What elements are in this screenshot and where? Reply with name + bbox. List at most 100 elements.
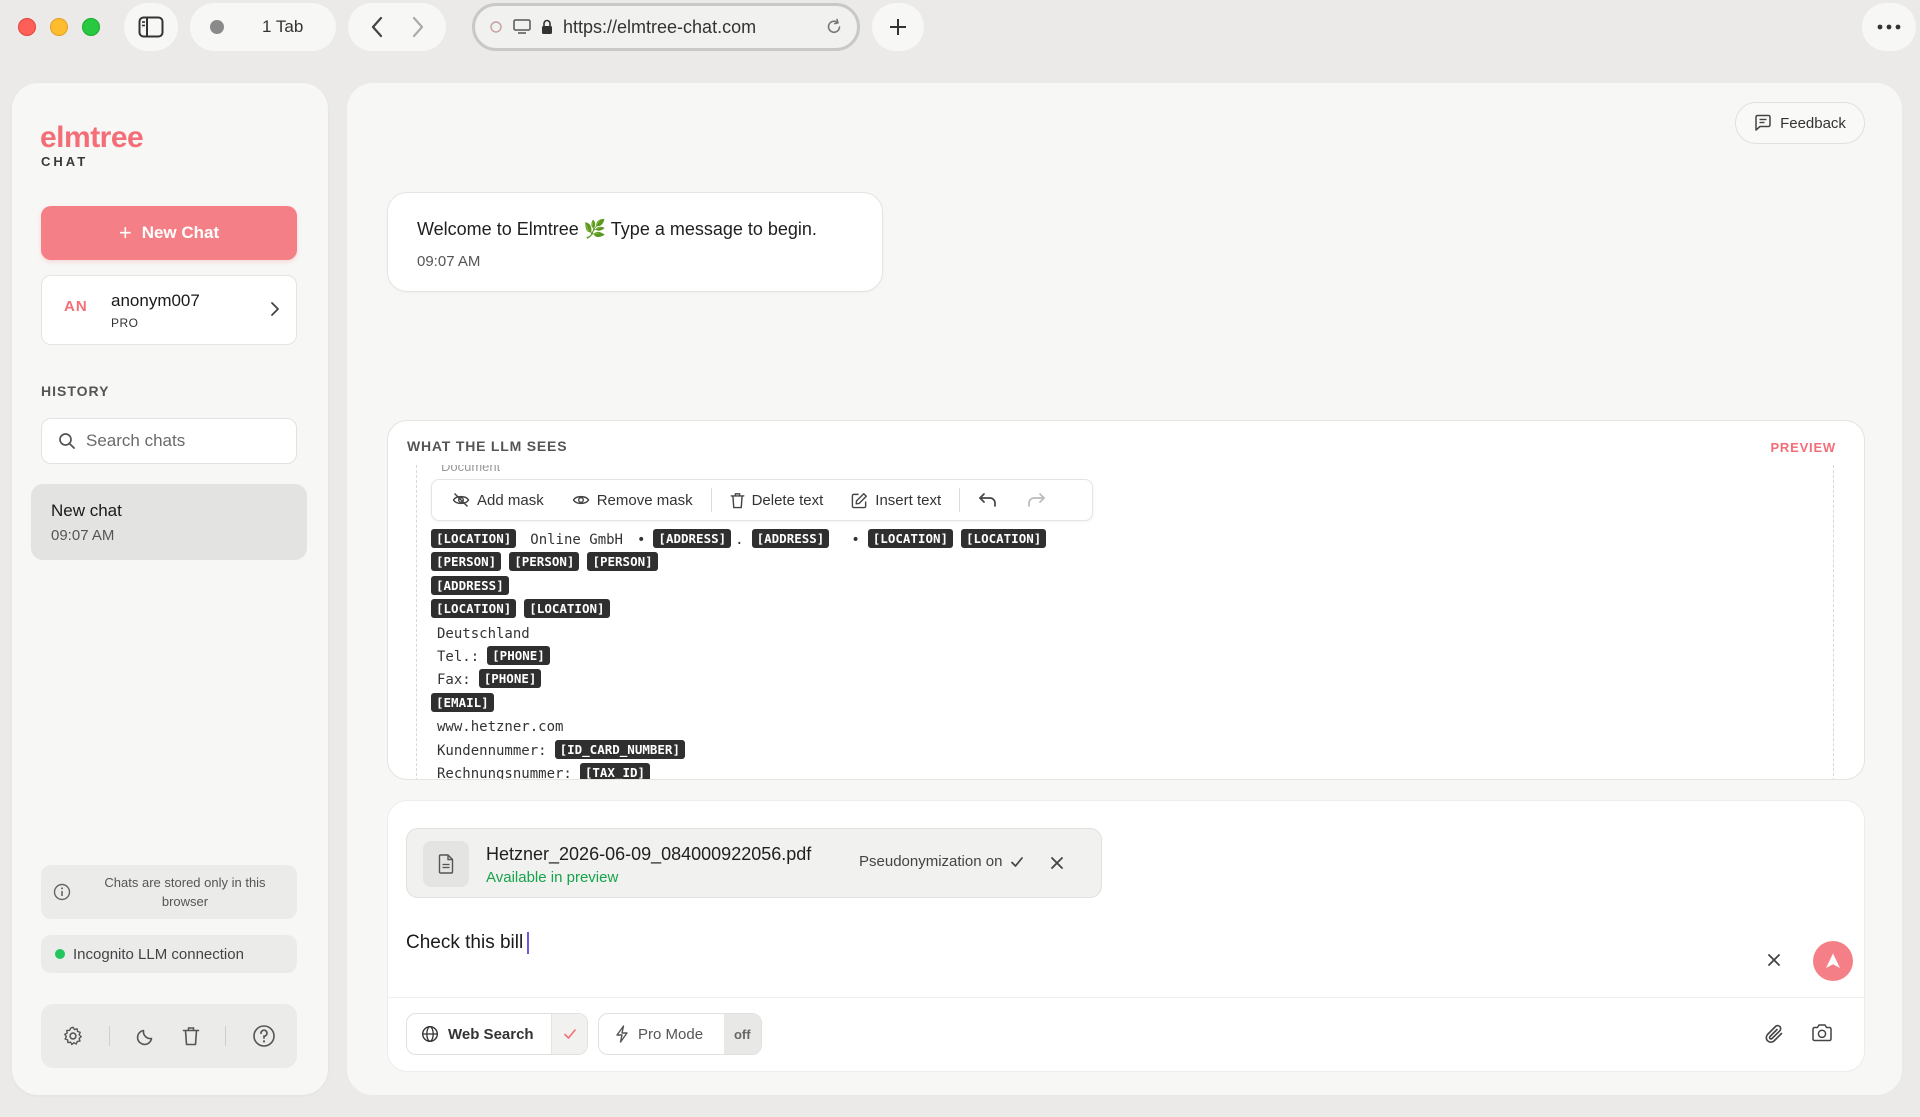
reader-icon bbox=[513, 19, 531, 34]
doc-line: www.hetzner.com bbox=[431, 716, 1054, 739]
web-search-button[interactable]: Web Search bbox=[407, 1014, 551, 1054]
remove-mask-button[interactable]: Remove mask bbox=[562, 485, 703, 515]
camera-button[interactable] bbox=[1811, 1023, 1833, 1043]
profile-card[interactable]: AN anonym007 PRO bbox=[41, 275, 297, 345]
pseudonymized-document: [LOCATION] Online GmbH • [ADDRESS]. [ADDRESS… bbox=[431, 529, 1054, 780]
eye-icon bbox=[572, 495, 590, 505]
message-composer: Hetzner_2026-06-09_084000922056.pdf Avai… bbox=[387, 800, 1866, 1072]
back-button[interactable] bbox=[370, 16, 384, 38]
attach-file-button[interactable] bbox=[1763, 1023, 1785, 1045]
doc-line: [ADDRESS] bbox=[431, 575, 1054, 599]
help-button[interactable] bbox=[252, 1024, 276, 1048]
document-preview[interactable]: Document Add mask Remove mask Delete tex… bbox=[416, 465, 1834, 780]
mask-token[interactable]: [TAX_ID] bbox=[579, 762, 651, 779]
undo-icon bbox=[979, 493, 996, 507]
divider bbox=[959, 488, 961, 512]
address-bar[interactable]: https://elmtree-chat.com bbox=[472, 3, 860, 51]
doc-text-run: . bbox=[735, 532, 744, 548]
mask-token[interactable]: [PERSON] bbox=[509, 552, 580, 572]
settings-button[interactable] bbox=[62, 1025, 84, 1047]
mask-token[interactable]: [LOCATION] bbox=[431, 599, 517, 619]
doc-line: Deutschland bbox=[431, 623, 1054, 646]
remove-attachment-button[interactable] bbox=[1047, 853, 1067, 873]
tab-indicator-icon bbox=[210, 20, 224, 34]
attachment-status: Available in preview bbox=[486, 869, 619, 886]
mask-token[interactable]: [ID_CARD_NUMBER] bbox=[554, 739, 685, 759]
insert-text-label: Insert text bbox=[875, 491, 942, 509]
mask-token[interactable]: [LOCATION] bbox=[431, 529, 517, 548]
pseudonymization-toggle[interactable]: Pseudonymization on bbox=[859, 853, 1024, 870]
profile-name: anonym007 bbox=[111, 291, 200, 310]
mask-token[interactable]: [PHONE] bbox=[478, 669, 542, 689]
close-icon bbox=[1051, 857, 1063, 869]
window-zoom-button[interactable] bbox=[82, 18, 100, 36]
storage-notice: Chats are stored only in this browser bbox=[41, 865, 297, 919]
reload-icon[interactable] bbox=[825, 18, 843, 36]
doc-line: Rechnungsnummer: [TAX_ID] bbox=[431, 762, 1054, 780]
tab-group-button[interactable]: 1 Tab bbox=[190, 3, 336, 51]
doc-text-run: • bbox=[851, 532, 860, 548]
history-item[interactable]: New chat 09:07 AM bbox=[31, 484, 307, 560]
pro-mode-button[interactable]: Pro Mode bbox=[599, 1014, 724, 1054]
welcome-message: Welcome to Elmtree 🌿 Type a message to b… bbox=[387, 192, 883, 292]
plus-icon: + bbox=[118, 220, 132, 245]
connection-status-label: Incognito LLM connection bbox=[73, 945, 244, 963]
doc-text-run: Tel.: bbox=[437, 648, 480, 665]
browser-chrome: 1 Tab https://elmtree-chat.com bbox=[0, 0, 1920, 62]
feedback-button[interactable]: Feedback bbox=[1735, 102, 1865, 144]
browser-sidebar-toggle[interactable] bbox=[124, 3, 178, 51]
mask-token[interactable]: [ADDRESS] bbox=[653, 529, 732, 548]
help-icon bbox=[253, 1025, 275, 1047]
undo-button[interactable] bbox=[968, 485, 1008, 515]
mask-token[interactable]: [PERSON] bbox=[587, 552, 658, 572]
check-icon bbox=[563, 1029, 576, 1039]
close-icon bbox=[1768, 954, 1780, 966]
tab-count-label: 1 Tab bbox=[262, 17, 304, 36]
doc-line: Kundennummer: [ID_CARD_NUMBER] bbox=[431, 739, 1054, 763]
send-button[interactable] bbox=[1813, 941, 1853, 981]
add-mask-button[interactable]: Add mask bbox=[442, 485, 554, 515]
insert-text-button[interactable]: Insert text bbox=[841, 485, 951, 515]
delete-history-button[interactable] bbox=[182, 1026, 200, 1046]
mask-token[interactable]: [PERSON] bbox=[431, 552, 502, 572]
gear-icon bbox=[63, 1026, 82, 1046]
text-caret bbox=[527, 932, 530, 954]
divider bbox=[109, 1026, 111, 1046]
chevron-left-icon bbox=[371, 16, 382, 38]
pro-mode-toggle[interactable]: Pro Mode off bbox=[598, 1013, 762, 1055]
edit-icon bbox=[851, 492, 868, 508]
doc-text-run: • bbox=[636, 532, 646, 548]
redo-button[interactable] bbox=[1016, 485, 1056, 515]
mask-token[interactable]: [LOCATION] bbox=[524, 599, 610, 619]
new-tab-button[interactable] bbox=[872, 3, 924, 51]
clear-message-button[interactable] bbox=[1764, 950, 1784, 970]
mask-token[interactable]: [LOCATION] bbox=[867, 529, 954, 548]
delete-text-label: Delete text bbox=[751, 491, 824, 509]
delete-text-button[interactable]: Delete text bbox=[720, 485, 834, 515]
storage-notice-text: Chats are stored only in this browser bbox=[104, 875, 266, 909]
new-chat-button[interactable]: + New Chat bbox=[41, 206, 297, 260]
preview-title: WHAT THE LLM SEES bbox=[407, 438, 568, 454]
forward-button[interactable] bbox=[411, 16, 425, 38]
mask-editor-toolbar: Add mask Remove mask Delete text Insert … bbox=[431, 479, 1093, 521]
doc-text-run: Online GmbH bbox=[530, 532, 623, 548]
search-icon bbox=[59, 433, 75, 449]
doc-text-run: Rechnungsnummer: bbox=[437, 765, 572, 780]
mask-token[interactable]: [ADDRESS] bbox=[751, 529, 830, 548]
sidebar-icon bbox=[138, 16, 164, 38]
dark-mode-button[interactable] bbox=[136, 1026, 156, 1046]
mask-token[interactable]: [ADDRESS] bbox=[431, 575, 509, 595]
doc-line: Tel.: [PHONE] bbox=[431, 645, 1054, 669]
mask-token[interactable]: [EMAIL] bbox=[431, 692, 494, 712]
web-search-toggle[interactable]: Web Search bbox=[406, 1013, 588, 1055]
search-chats-input[interactable] bbox=[86, 431, 286, 451]
message-input[interactable]: Check this bill bbox=[406, 932, 530, 954]
mask-token[interactable]: [PHONE] bbox=[487, 645, 550, 665]
status-dot-icon bbox=[55, 949, 65, 959]
eye-off-icon bbox=[452, 492, 470, 508]
browser-menu-button[interactable] bbox=[1862, 3, 1916, 51]
mask-token[interactable]: [LOCATION] bbox=[961, 529, 1047, 548]
window-close-button[interactable] bbox=[18, 18, 36, 36]
window-minimize-button[interactable] bbox=[50, 18, 68, 36]
history-item-time: 09:07 AM bbox=[51, 527, 115, 544]
